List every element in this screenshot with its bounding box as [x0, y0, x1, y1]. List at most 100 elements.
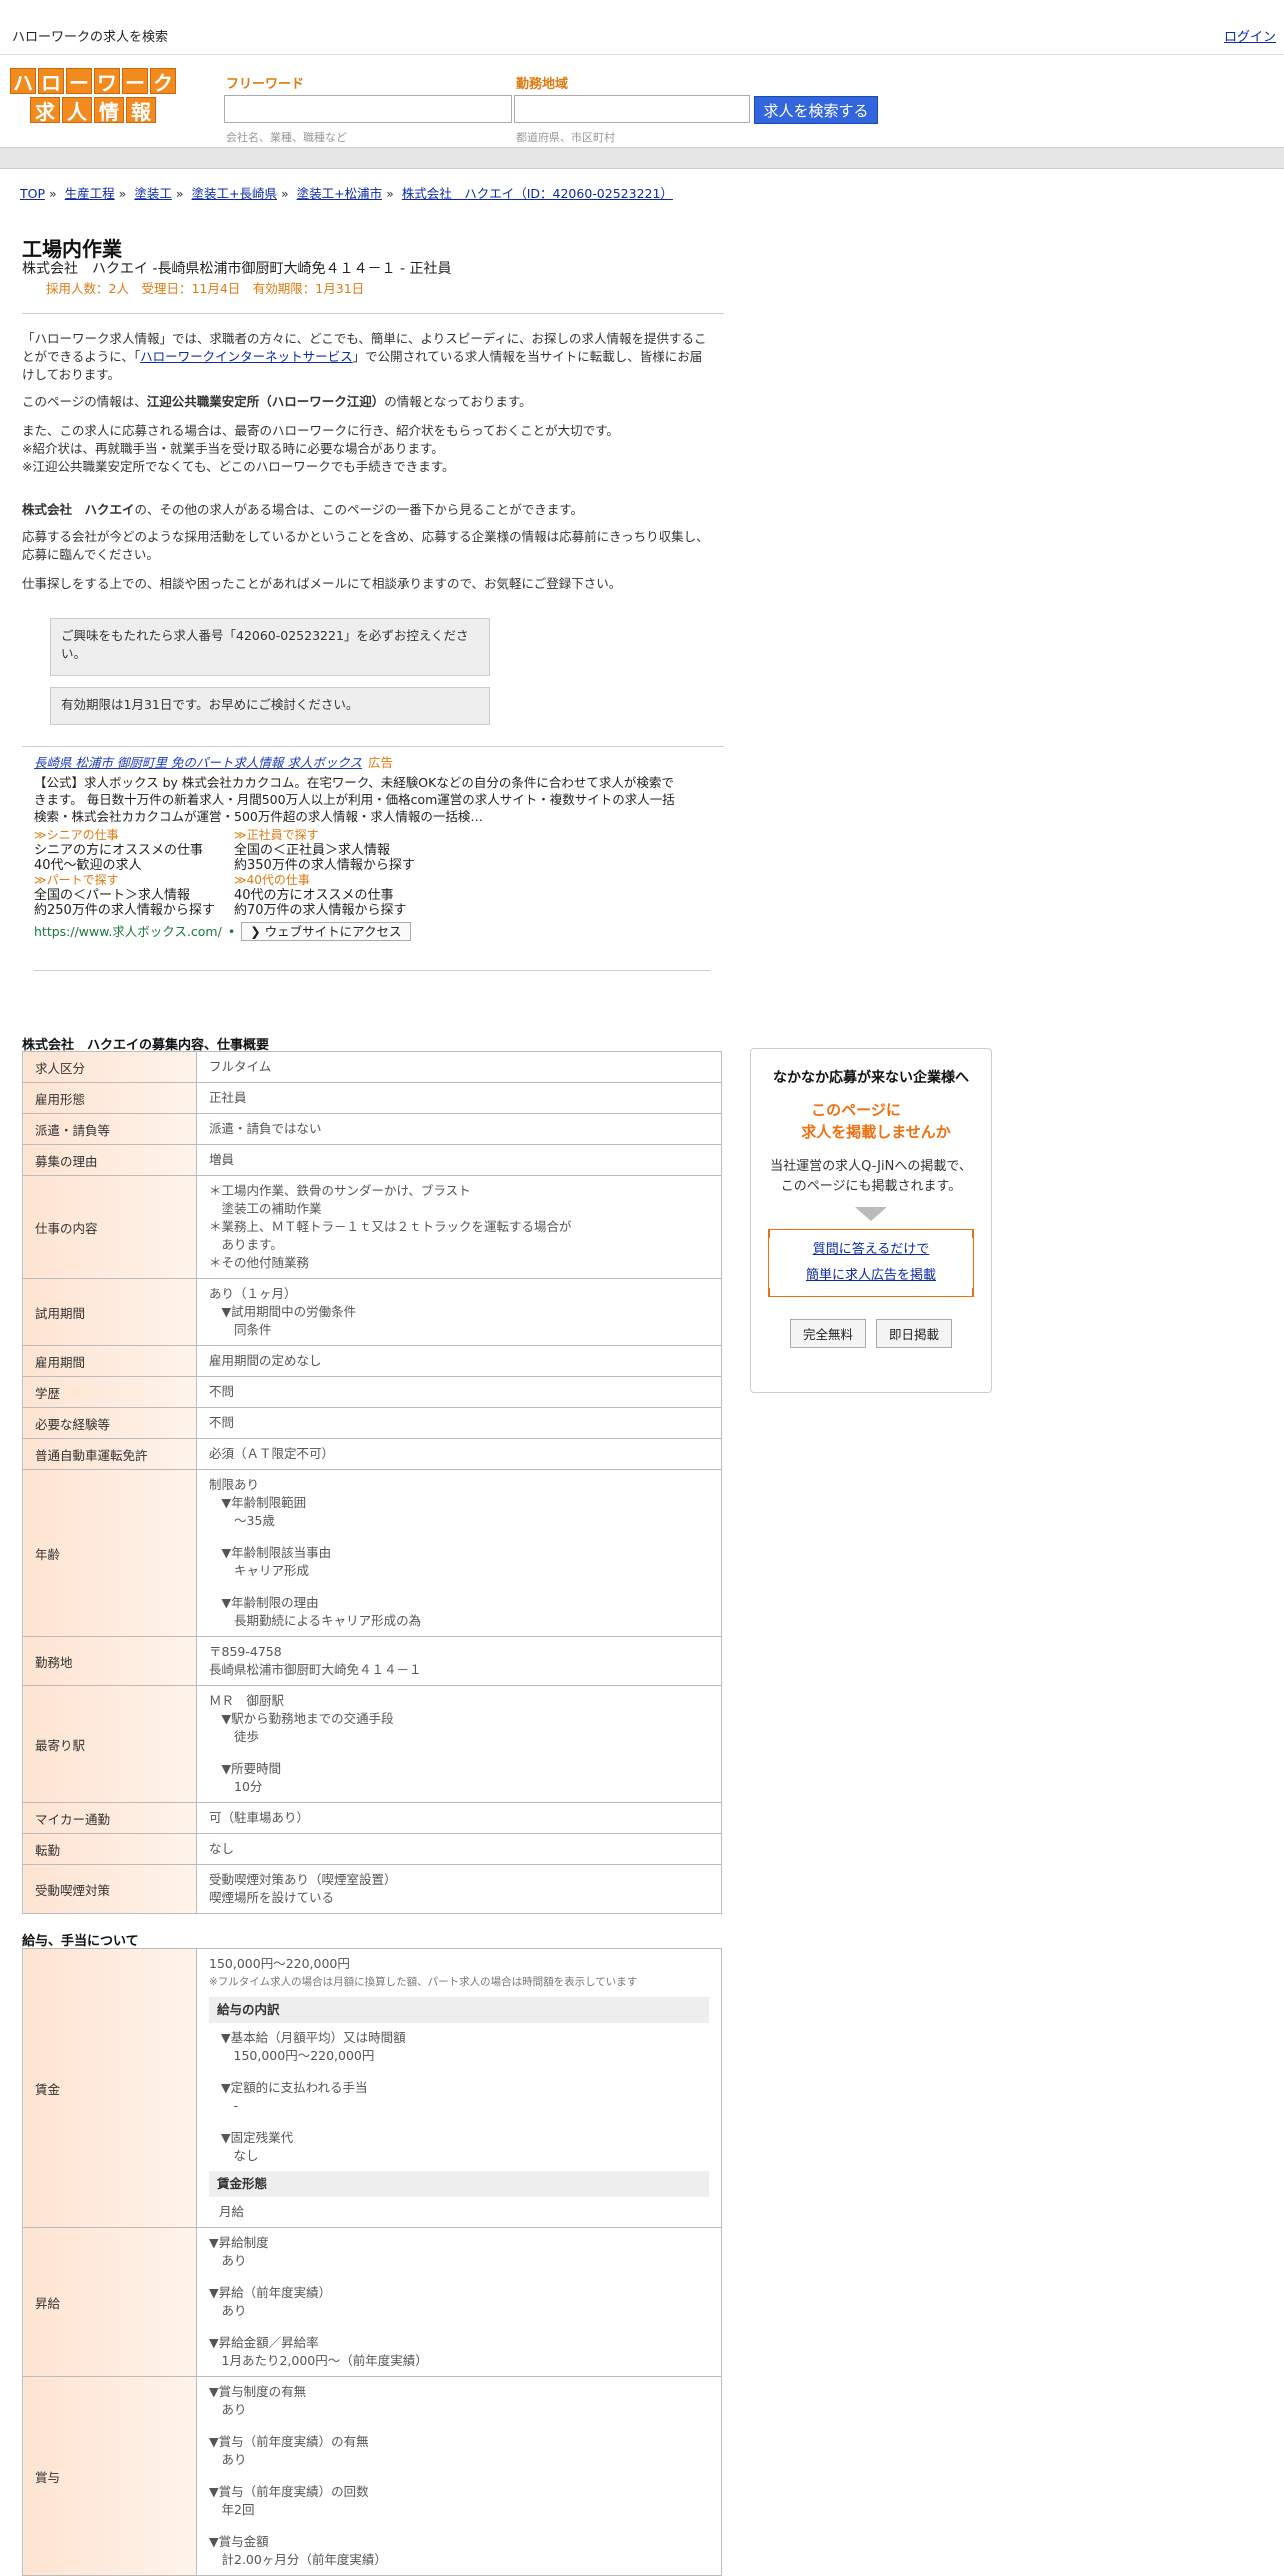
row-value: ＊工場内作業、鉄骨のサンダーかけ、ブラスト 塗装工の補助作業 ＊業務上、ＭＴ軽トラ…	[196, 1175, 722, 1279]
row-value-line: 派遣・請負ではない	[209, 1121, 322, 1136]
row-value-line: ＭＲ 御厨駅	[209, 1693, 285, 1708]
row-value: 150,000円〜220,000円 ※フルタイム求人の場合は月額に換算した額、パ…	[196, 1948, 722, 2228]
freeword-input[interactable]	[224, 95, 512, 123]
row-key: 派遣・請負等	[22, 1113, 197, 1145]
ad-sitelink-title[interactable]: ≫パートで探す	[34, 873, 234, 888]
job-number-notice: ご興味をもたれたら求人番号「42060-02523221」を必ずお控えください。	[50, 618, 490, 676]
row-value-line: 喫煙場所を設けている	[209, 1890, 335, 1905]
promo-offer-line: このページに	[811, 1101, 901, 1119]
row-value: フルタイム	[196, 1051, 722, 1083]
row-value-line: ▼賞与制度の有無	[209, 2384, 307, 2399]
row-value-line: ＊工場内作業、鉄骨のサンダーかけ、ブラスト	[209, 1183, 471, 1198]
promo-offer: このページに求人を掲載しませんか	[751, 1099, 991, 1143]
promo-link-box: 質問に答えるだけで 簡単に求人広告を掲載	[768, 1229, 974, 1297]
row-value: 雇用期間の定めなし	[196, 1345, 722, 1377]
promo-offer-line: 求人を掲載しませんか	[801, 1123, 951, 1141]
row-value-line: ▼賞与金額	[209, 2534, 269, 2549]
wage-note: ※フルタイム求人の場合は月額に換算した額、パート求人の場合は時間額を表示していま…	[209, 1976, 638, 1988]
row-value-line: ▼年齢制限の理由	[209, 1595, 319, 1610]
row-value-line	[209, 2320, 709, 2334]
promo-heading: なかなか応募が来ない企業様へ	[773, 1070, 969, 1086]
ad-sitelink-title[interactable]: ≫40代の仕事	[234, 873, 434, 888]
ad-dot: •	[227, 924, 236, 939]
row-key: 賃金	[22, 1948, 197, 2228]
ad-sitelink[interactable]: ≫パートで探す 全国の＜パート＞求人情報 約250万件の求人情報から探す	[34, 873, 234, 918]
intro-line: ※江迎公共職業安定所でなくても、どこのハローワークでも手続きできます。	[22, 459, 455, 474]
logo-row-1: ハローワーク	[5, 68, 181, 95]
company-name: 株式会社 ハクエイ	[22, 502, 135, 517]
row-value-line: ▼昇給制度	[209, 2235, 269, 2250]
logo-char: ロ	[38, 68, 64, 95]
area-hint: 都道府県、市区町村	[516, 131, 615, 144]
salary-table: 賃金 150,000円〜220,000円 ※フルタイム求人の場合は月額に換算した…	[22, 1948, 722, 2576]
job-company-line: 株式会社 ハクエイ -長崎県松浦市御厨町大崎免４１４－１ - 正社員	[22, 261, 452, 277]
table-row: 普通自動車運転免許 必須（ＡＴ限定不可）	[22, 1438, 722, 1470]
table-row: 求人区分 フルタイム	[22, 1051, 722, 1083]
breadcrumb-top[interactable]: TOP	[20, 186, 45, 201]
ad-sitelink-text: 40代～歓迎の求人	[34, 858, 142, 873]
intro-text: このページの情報は、	[22, 394, 147, 409]
login-link[interactable]: ログイン	[1224, 26, 1276, 45]
row-value-line: 制限あり	[209, 1477, 260, 1492]
row-value-line: あり	[209, 2402, 247, 2417]
free-button[interactable]: 完全無料	[789, 1319, 866, 1348]
row-value-line: 〜35歳	[209, 1513, 275, 1528]
row-value-line: 計2.00ヶ月分（前年度実績）	[209, 2552, 387, 2567]
hellowork-logo[interactable]: ハローワーク 求人情報	[5, 68, 181, 124]
breakdown-line	[221, 2065, 709, 2079]
row-value: 〒859-4758 長崎県松浦市御厨町大崎免４１４－１	[196, 1636, 722, 1686]
breadcrumb-production[interactable]: 生産工程	[65, 186, 115, 201]
intro-line: また、この求人に応募される場合は、最寄のハローワークに行き、紹介状をもらっておく…	[22, 423, 619, 438]
row-value-line: ▼昇給金額／昇給率	[209, 2335, 319, 2350]
row-value-line: ＊業務上、ＭＴ軽トラ－１ｔ又は２ｔトラックを運転する場合が	[209, 1219, 572, 1234]
promo-text-line: 当社運営の求人Q-JiNへの掲載で、	[770, 1159, 972, 1174]
table-row: 勤務地 〒859-4758 長崎県松浦市御厨町大崎免４１４－１	[22, 1636, 722, 1686]
visit-website-button[interactable]: ❯ ウェブサイトにアクセス	[241, 922, 411, 941]
row-value-line: 塗装工の補助作業	[209, 1201, 322, 1216]
row-value: ＭＲ 御厨駅 ▼駅から勤務地までの交通手段 徒歩 ▼所要時間 10分	[196, 1685, 722, 1803]
logo-char: ハ	[10, 68, 36, 95]
area-input[interactable]	[514, 95, 750, 123]
row-value: 正社員	[196, 1082, 722, 1114]
intro-paragraph-6: 仕事探しをする上での、相談や困ったことがあればメールにて相談承りますので、お気軽…	[22, 576, 622, 591]
same-day-button[interactable]: 即日掲載	[876, 1319, 953, 1348]
search-button[interactable]: 求人を検索する	[754, 96, 878, 124]
ad-sitelink[interactable]: ≫シニアの仕事 シニアの方にオススメの仕事 40代～歓迎の求人	[34, 828, 234, 873]
promo-link-1[interactable]: 質問に答えるだけで	[813, 1242, 930, 1257]
ad-sitelink[interactable]: ≫正社員で探す 全国の＜正社員＞求人情報 約350万件の求人情報から探す	[234, 828, 434, 873]
promo-buttons: 完全無料 即日掲載	[751, 1319, 991, 1348]
ad-url[interactable]: https://www.求人ボックス.com/	[34, 924, 222, 939]
wage-range: 150,000円〜220,000円	[209, 1956, 350, 1971]
row-value-line: 〒859-4758	[209, 1644, 282, 1659]
row-value: 不問	[196, 1376, 722, 1408]
site-title: ハローワークの求人を検索	[12, 30, 169, 45]
intro-text: の、その他の求人がある場合は、このページの一番下から見ることができます。	[134, 502, 584, 517]
promo-link-2[interactable]: 簡単に求人広告を掲載	[806, 1268, 936, 1283]
row-value-line: ▼年齢制限該当事由	[209, 1545, 332, 1560]
table-row: 受動喫煙対策 受動喫煙対策あり（喫煙室設置） 喫煙場所を設けている	[22, 1864, 722, 1914]
table-row: 雇用形態 正社員	[22, 1082, 722, 1114]
intro-text: の情報となっております。	[384, 394, 532, 409]
row-key: 受動喫煙対策	[22, 1864, 197, 1914]
ad-title-link[interactable]: 長崎県 松浦市 御厨町里 免のパート求人情報 求人ボックス	[34, 755, 362, 770]
breadcrumb-painter[interactable]: 塗装工	[134, 186, 172, 201]
details-table: 求人区分 フルタイム 雇用形態 正社員 派遣・請負等 派遣・請負ではない 募集の理由 増員 仕事…	[22, 1051, 722, 1914]
row-value-line: 不問	[209, 1384, 235, 1399]
table-row: マイカー通勤 可（駐車場あり）	[22, 1802, 722, 1834]
logo-char: ー	[122, 68, 148, 95]
breadcrumb-painter-nagasaki[interactable]: 塗装工+長崎県	[191, 186, 276, 201]
ad-sitelink-text: 約70万件の求人情報から探す	[234, 903, 407, 918]
row-value: ▼昇給制度 あり ▼昇給（前年度実績） あり ▼昇給金額／昇給率 1月あたり2,00…	[196, 2227, 722, 2377]
ad-sitelink[interactable]: ≫40代の仕事 40代の方にオススメの仕事 約70万件の求人情報から探す	[234, 873, 434, 918]
row-key: 必要な経験等	[22, 1407, 197, 1439]
ad-sitelink-title[interactable]: ≫シニアの仕事	[34, 828, 234, 843]
breadcrumb-painter-matsuura[interactable]: 塗装工+松浦市	[297, 186, 382, 201]
breadcrumb-company[interactable]: 株式会社 ハクエイ（ID：42060-02523221）	[402, 186, 673, 201]
row-key: 募集の理由	[22, 1144, 197, 1176]
hellowork-internet-service-link[interactable]: ハローワークインターネットサービス	[140, 349, 353, 364]
ad-sitelink-text: 全国の＜正社員＞求人情報	[234, 843, 391, 858]
row-value: 不問	[196, 1407, 722, 1439]
table-row: 学歴 不問	[22, 1376, 722, 1408]
freeword-hint: 会社名、業種、職種など	[226, 131, 347, 144]
ad-sitelink-title[interactable]: ≫正社員で探す	[234, 828, 434, 843]
